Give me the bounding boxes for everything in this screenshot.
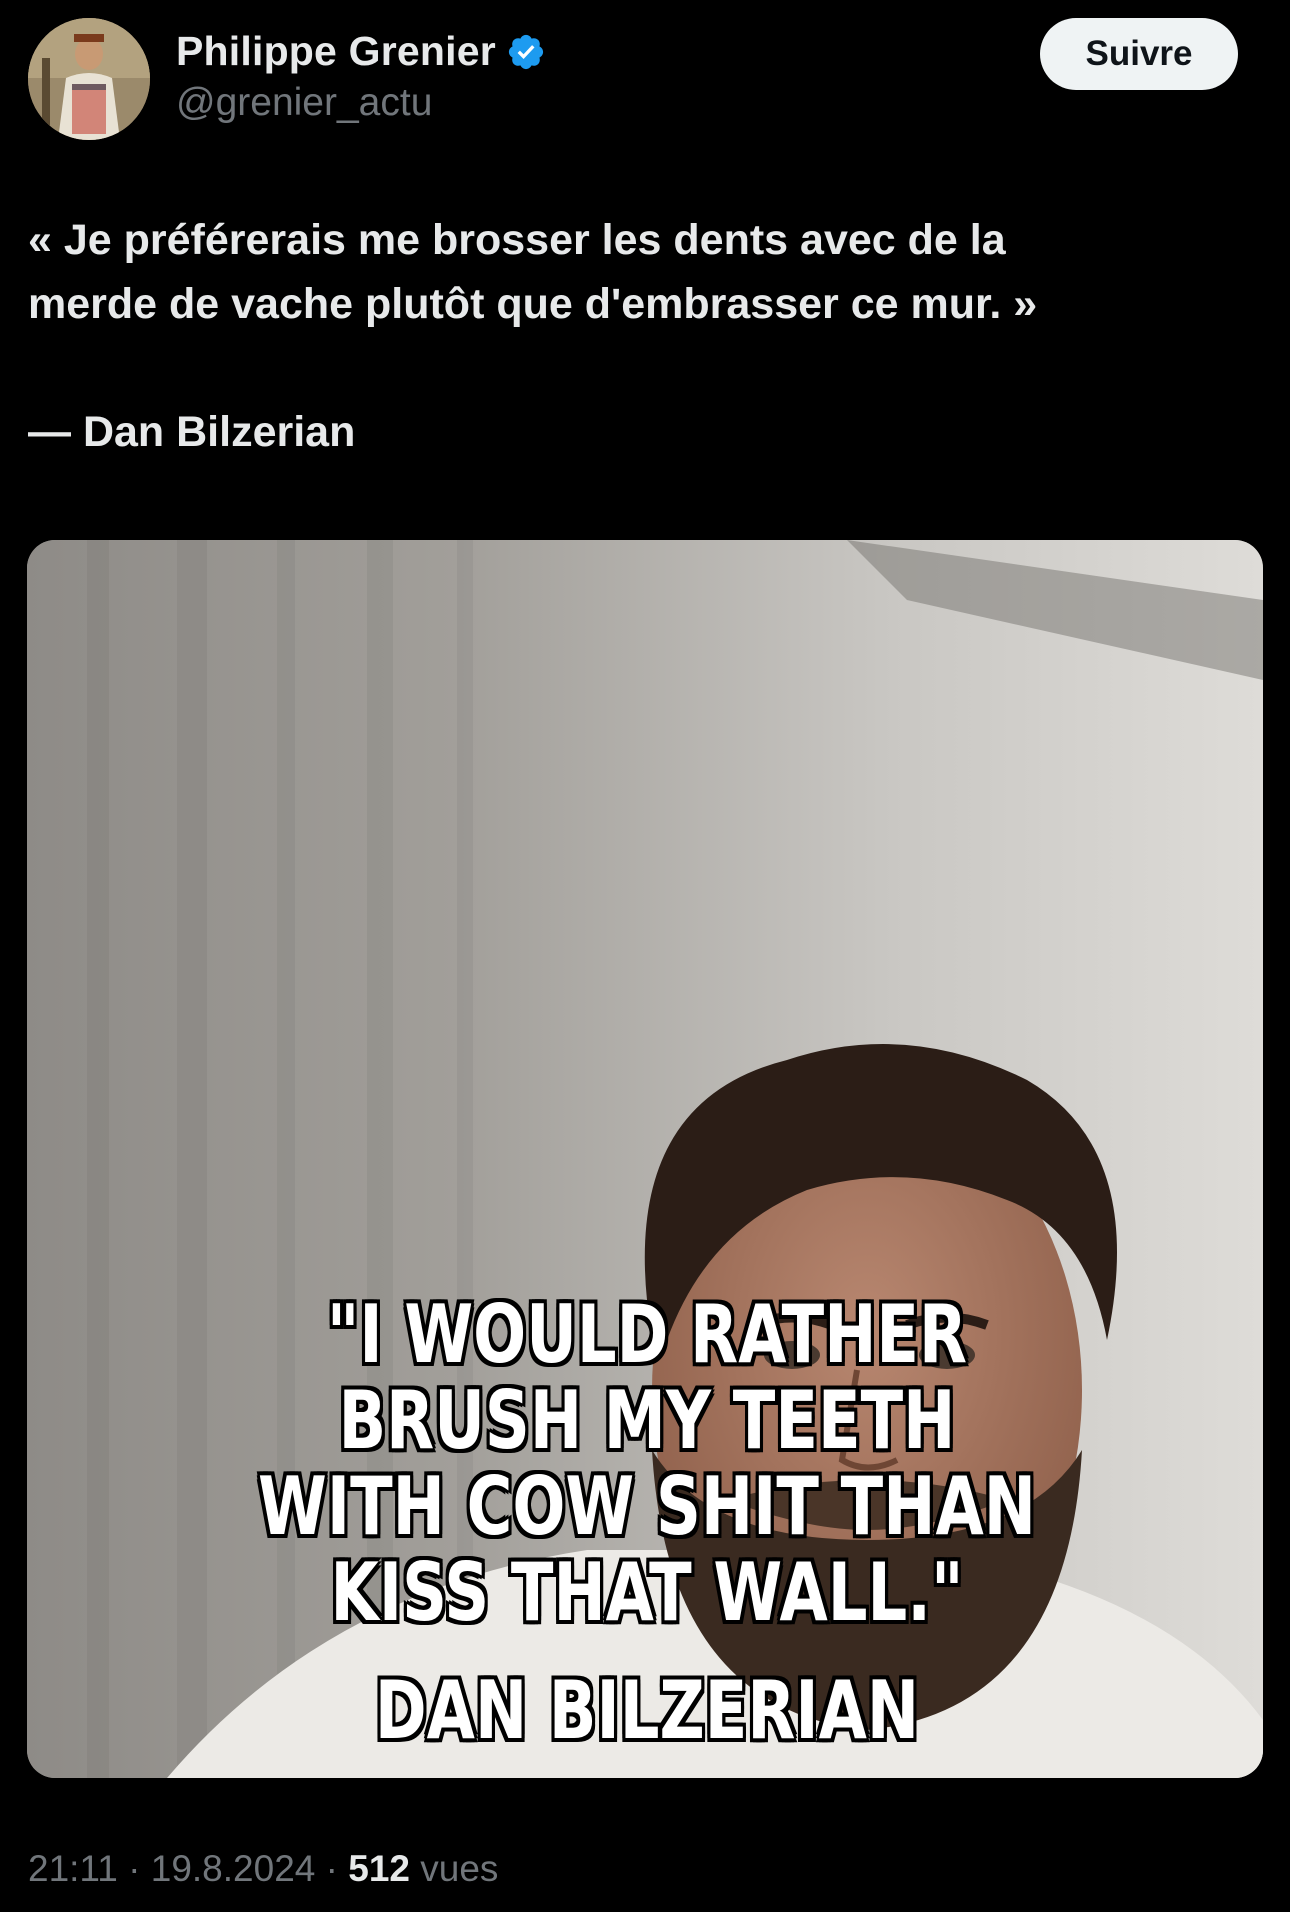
display-name[interactable]: Philippe Grenier: [176, 28, 496, 75]
tweet-meta: 21:11 · 19.8.2024 · 512 vues: [28, 1848, 498, 1890]
tweet-time[interactable]: 21:11: [28, 1848, 118, 1889]
meme-caption-quote: "I WOULD RATHER BRUSH MY TEETH WITH COW …: [258, 1288, 1036, 1639]
avatar-image: [28, 18, 150, 140]
verified-badge-icon: [508, 34, 543, 69]
tweet-text: « Je préférerais me brosser les dents av…: [28, 208, 1248, 336]
meme-caption-author: DAN BILZERIAN: [374, 1664, 920, 1757]
avatar[interactable]: [28, 18, 150, 140]
tweet-date[interactable]: 19.8.2024: [151, 1848, 316, 1889]
tweet-header: Philippe Grenier @grenier_actu Suivre: [28, 18, 1238, 140]
tweet-attribution: — Dan Bilzerian: [28, 408, 356, 456]
views-count[interactable]: 512: [348, 1848, 410, 1889]
views-label: vues: [409, 1848, 499, 1889]
tweet-text-line: « Je préférerais me brosser les dents av…: [28, 216, 1006, 264]
author-handle[interactable]: @grenier_actu: [176, 81, 546, 125]
display-name-row: Philippe Grenier: [176, 28, 546, 75]
tweet-text-line: merde de vache plutôt que d'embrasser ce…: [28, 280, 1038, 328]
follow-button[interactable]: Suivre: [1040, 18, 1238, 90]
meta-separator: ·: [315, 1848, 349, 1889]
tweet-media-image[interactable]: "I WOULD RATHER BRUSH MY TEETH WITH COW …: [27, 540, 1263, 1778]
meta-separator: ·: [117, 1848, 151, 1889]
author-names: Philippe Grenier @grenier_actu: [176, 28, 546, 125]
